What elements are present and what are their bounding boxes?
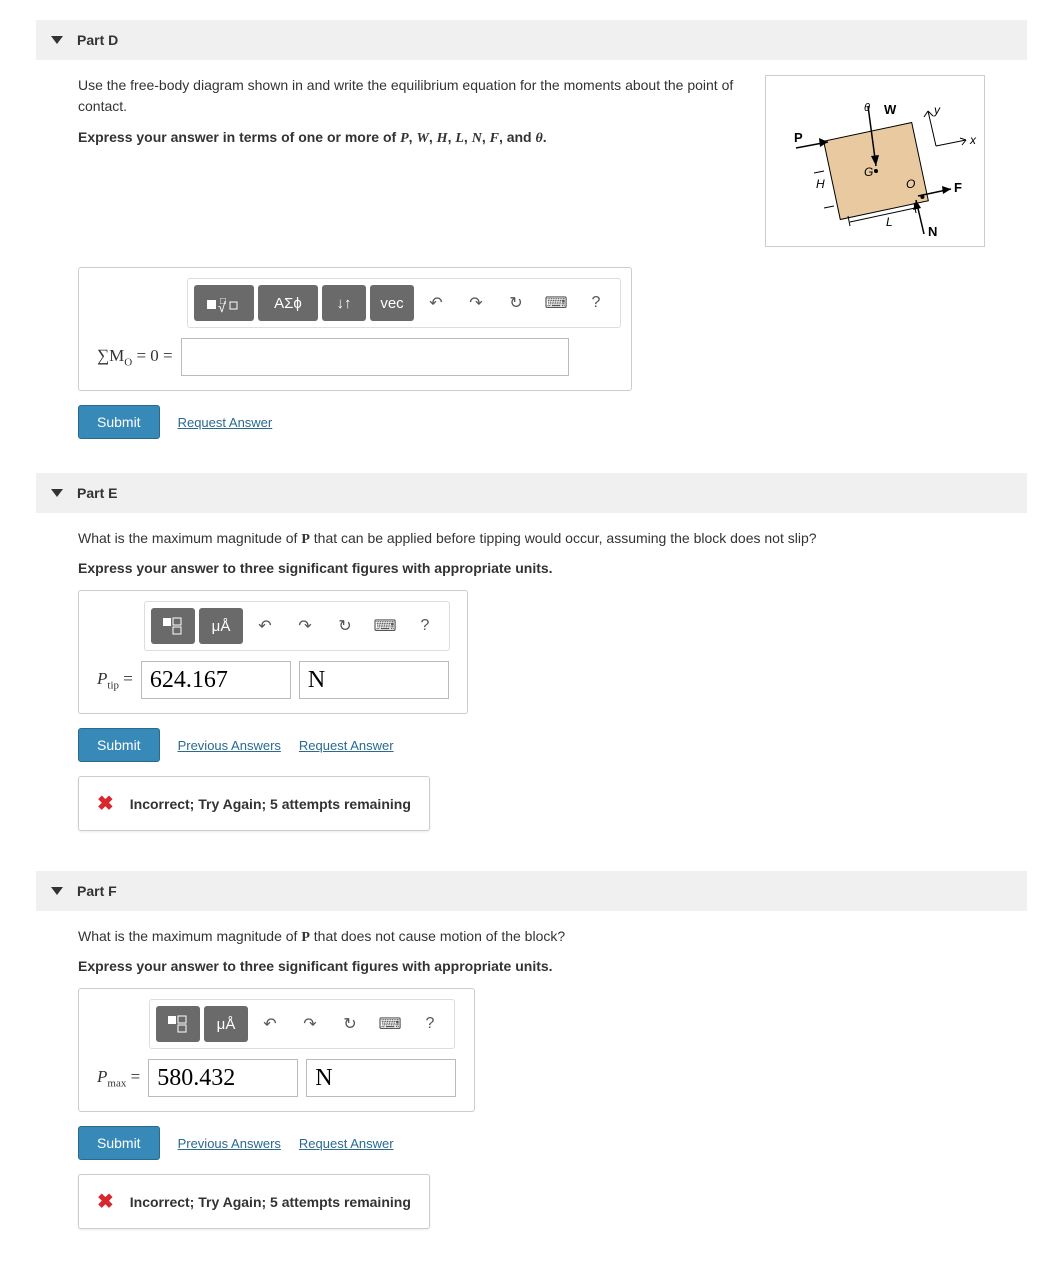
equation-toolbar: □ √ ΑΣϕ ↓↑ vec ↶ ↷ ↻ ⌨ ? [187,278,621,328]
part-e-title: Part E [77,485,117,501]
templates-button[interactable] [156,1006,200,1042]
part-e-answer-box: μÅ ↶ ↷ ↻ ⌨ ? Ptip = [78,590,468,714]
collapse-icon [51,489,63,497]
part-d-prompt-text: Use the free-body diagram shown in and w… [78,75,750,117]
part-d-answer-box: □ √ ΑΣϕ ↓↑ vec ↶ ↷ ↻ ⌨ ? ∑MO = 0 = [78,267,632,391]
value-toolbar: μÅ ↶ ↷ ↻ ⌨ ? [149,999,455,1049]
vec-button[interactable]: vec [370,285,414,321]
submit-button[interactable]: Submit [78,1126,160,1160]
part-f-body: What is the maximum magnitude of P that … [36,926,1027,1249]
feedback-incorrect: ✖ Incorrect; Try Again; 5 attempts remai… [78,776,430,831]
part-d-title: Part D [77,32,118,48]
diagram-h-label: H [816,177,825,191]
units-button[interactable]: μÅ [204,1006,248,1042]
collapse-icon [51,887,63,895]
part-e-prompt: What is the maximum magnitude of P that … [78,528,985,550]
feedback-text: Incorrect; Try Again; 5 attempts remaini… [130,1194,411,1210]
feedback-text: Incorrect; Try Again; 5 attempts remaini… [130,796,411,812]
incorrect-icon: ✖ [97,791,114,816]
part-e-unit-input[interactable] [299,661,449,699]
part-e-body: What is the maximum magnitude of P that … [36,528,1027,851]
part-e-value-input[interactable] [141,661,291,699]
part-f-header[interactable]: Part F [36,871,1027,911]
diagram-p-label: P [794,130,803,145]
undo-icon[interactable]: ↶ [252,1006,288,1042]
part-e-header[interactable]: Part E [36,473,1027,513]
part-d-equation-input[interactable] [181,338,569,376]
request-answer-link[interactable]: Request Answer [299,738,394,753]
part-e-var-label: Ptip = [97,669,133,691]
collapse-icon [51,36,63,44]
request-answer-link[interactable]: Request Answer [299,1136,394,1151]
diagram-o-label: O [906,177,915,191]
greek-button[interactable]: ΑΣϕ [258,285,318,321]
part-f-var-label: Pmax = [97,1067,140,1089]
value-toolbar: μÅ ↶ ↷ ↻ ⌨ ? [144,601,450,651]
free-body-diagram: x y W θ P G O [765,75,985,247]
diagram-f-label: F [954,180,962,195]
help-icon[interactable]: ? [578,285,614,321]
redo-icon[interactable]: ↷ [292,1006,328,1042]
diagram-y-label: y [933,103,941,117]
help-icon[interactable]: ? [407,608,443,644]
undo-icon[interactable]: ↶ [418,285,454,321]
part-f-prompt: What is the maximum magnitude of P that … [78,926,985,948]
units-button[interactable]: μÅ [199,608,243,644]
keyboard-icon[interactable]: ⌨ [538,285,574,321]
templates-button[interactable]: □ √ [194,285,254,321]
templates-button[interactable] [151,608,195,644]
reset-icon[interactable]: ↻ [332,1006,368,1042]
help-icon[interactable]: ? [412,1006,448,1042]
submit-button[interactable]: Submit [78,728,160,762]
feedback-incorrect: ✖ Incorrect; Try Again; 5 attempts remai… [78,1174,430,1229]
undo-icon[interactable]: ↶ [247,608,283,644]
diagram-theta-label: θ [864,102,870,114]
diagram-w-label: W [884,102,897,117]
request-answer-link[interactable]: Request Answer [178,415,273,430]
diagram-n-label: N [928,224,937,239]
part-d-eq-label: ∑MO = 0 = [97,346,173,368]
svg-text:√: √ [218,299,226,314]
redo-icon[interactable]: ↷ [287,608,323,644]
reset-icon[interactable]: ↻ [327,608,363,644]
part-d-prompt: Use the free-body diagram shown in and w… [78,75,750,247]
submit-button[interactable]: Submit [78,405,160,439]
part-f-instruction: Express your answer to three significant… [78,958,985,974]
previous-answers-link[interactable]: Previous Answers [178,738,281,753]
diagram-x-label: x [969,133,977,147]
keyboard-icon[interactable]: ⌨ [372,1006,408,1042]
part-f-value-input[interactable] [148,1059,298,1097]
diagram-l-label: L [886,215,893,229]
part-f-unit-input[interactable] [306,1059,456,1097]
previous-answers-link[interactable]: Previous Answers [178,1136,281,1151]
part-d-instruction: Express your answer in terms of one or m… [78,127,750,149]
part-d-body: Use the free-body diagram shown in and w… [36,75,1027,473]
part-f-answer-box: μÅ ↶ ↷ ↻ ⌨ ? Pmax = [78,988,475,1112]
keyboard-icon[interactable]: ⌨ [367,608,403,644]
redo-icon[interactable]: ↷ [458,285,494,321]
arrows-button[interactable]: ↓↑ [322,285,366,321]
part-d-header[interactable]: Part D [36,20,1027,60]
incorrect-icon: ✖ [97,1189,114,1214]
part-e-instruction: Express your answer to three significant… [78,560,985,576]
part-f-title: Part F [77,883,117,899]
diagram-g-label: G [864,165,873,179]
reset-icon[interactable]: ↻ [498,285,534,321]
